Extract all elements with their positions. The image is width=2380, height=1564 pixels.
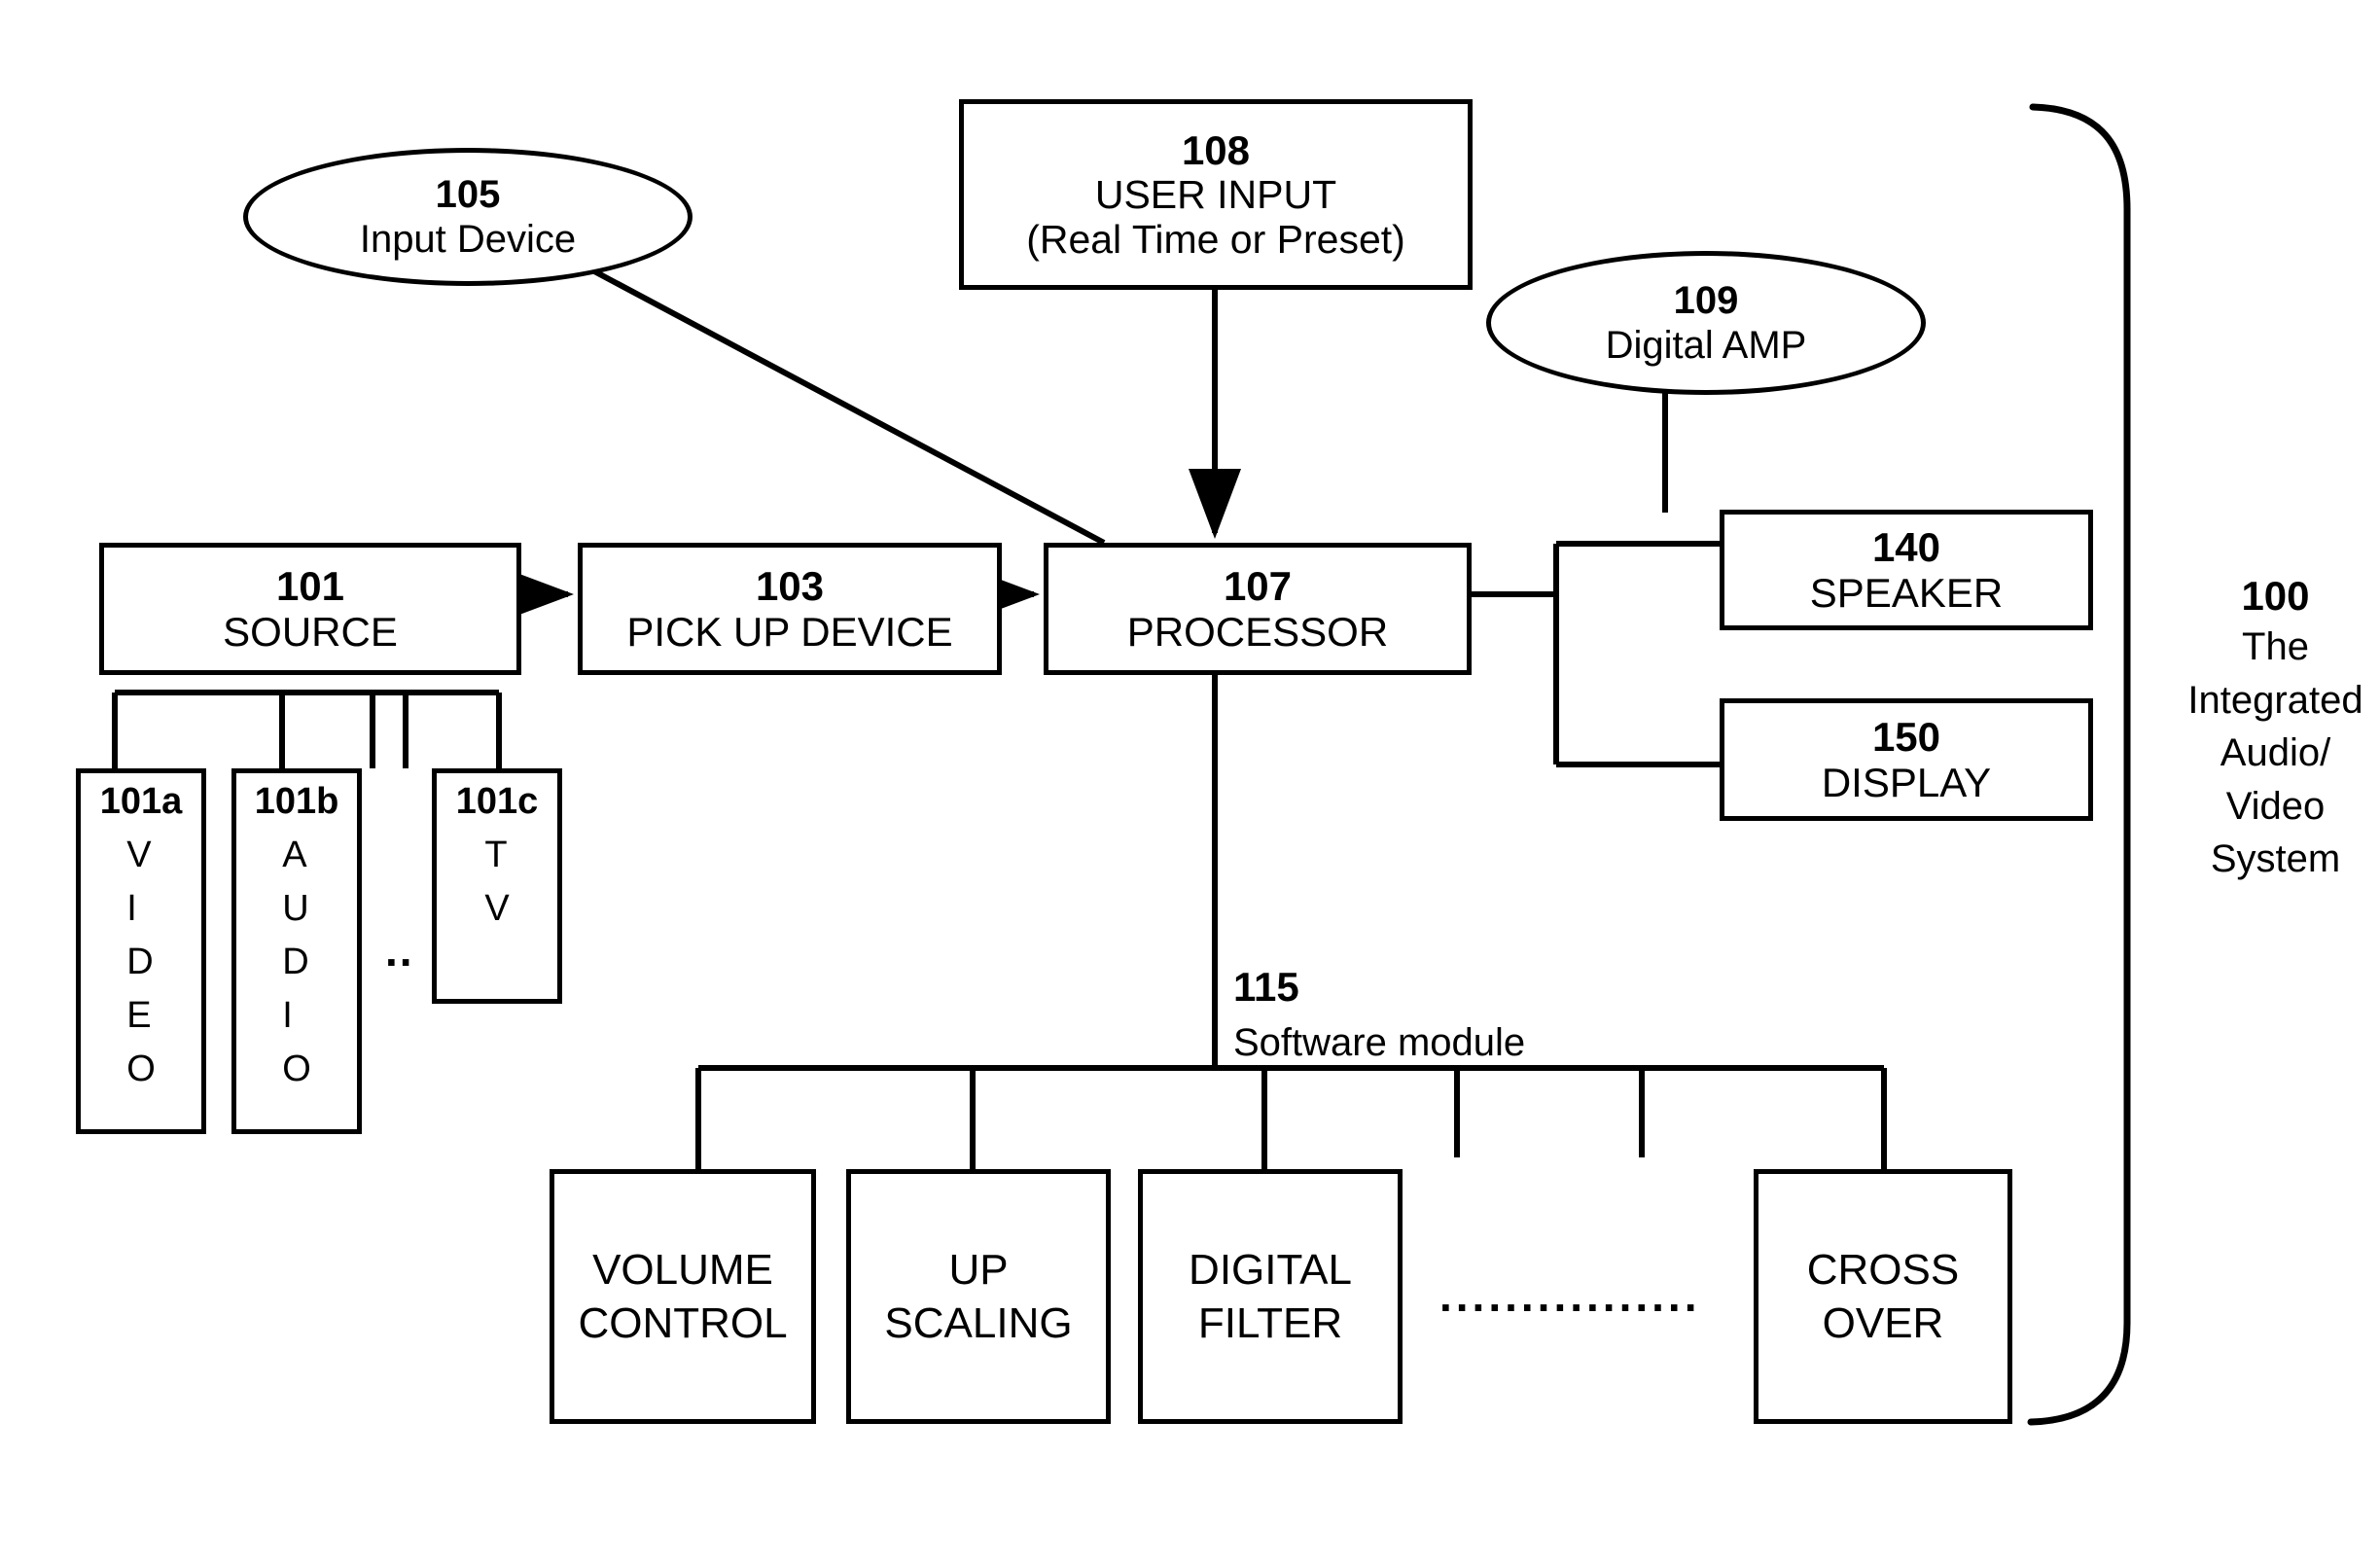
node-processor[interactable]: 107 PROCESSOR	[1044, 543, 1472, 675]
label-line-audio: Audio/	[2220, 731, 2331, 775]
node-source[interactable]: 101 SOURCE	[99, 543, 521, 675]
software-module-digital-filter[interactable]: DIGITAL FILTER	[1138, 1169, 1403, 1424]
sw-line2-scaling: SCALING	[884, 1299, 1073, 1347]
letter-v: V	[484, 888, 510, 930]
node-input-device[interactable]: 105 Input Device	[243, 148, 693, 286]
node-title-tv: T V	[484, 829, 509, 936]
label-line-video: Video	[2225, 784, 2326, 828]
sw-line2-control: CONTROL	[578, 1299, 788, 1347]
node-source-audio[interactable]: 101b A U D I O	[231, 768, 362, 1134]
node-speaker[interactable]: 140 SPEAKER	[1720, 510, 2093, 630]
letter-d: D	[126, 942, 154, 983]
node-title-video: V I D E O	[126, 829, 156, 1096]
letter-e: E	[126, 995, 152, 1037]
letter-a: A	[282, 835, 307, 875]
node-ref-101c: 101c	[455, 781, 539, 822]
node-digital-amp[interactable]: 109 Digital AMP	[1486, 251, 1926, 395]
wire-inputdevice-to-processor	[580, 262, 1106, 546]
letter-d: D	[282, 942, 309, 983]
software-module-ellipsis: ................	[1439, 1270, 1701, 1321]
node-title-source: SOURCE	[223, 609, 398, 655]
node-title-audio: A U D I O	[282, 829, 311, 1096]
sw-line2-filter: FILTER	[1197, 1299, 1343, 1347]
node-ref-140: 140	[1871, 523, 1941, 570]
node-title-pick-up-device: PICK UP DEVICE	[626, 609, 953, 655]
node-title-speaker: SPEAKER	[1809, 570, 2004, 616]
sw-line1-up: UP	[948, 1246, 1009, 1294]
software-module-volume-control[interactable]: VOLUME CONTROL	[550, 1169, 816, 1424]
label-line-integrated: Integrated	[2187, 678, 2363, 722]
node-ref-150: 150	[1871, 713, 1941, 760]
letter-t: T	[484, 835, 508, 875]
label-ref-100: 100	[2241, 573, 2310, 619]
node-ref-108: 108	[1181, 126, 1251, 173]
letter-u: U	[282, 888, 309, 930]
letter-i: I	[126, 888, 137, 930]
letter-o: O	[126, 1049, 156, 1090]
wire-processor-output-bus	[1472, 541, 1722, 767]
source-ellipsis-dots: ..	[385, 925, 414, 976]
letter-o: O	[282, 1049, 311, 1090]
node-title-digital-amp: Digital AMP	[1605, 324, 1807, 367]
node-user-input[interactable]: 108 USER INPUT (Real Time or Preset)	[959, 99, 1473, 290]
node-source-video[interactable]: 101a V I D E O	[76, 768, 206, 1134]
label-system-100: 100 The Integrated Audio/ Video System	[2171, 572, 2380, 885]
wire-software-module-bus	[695, 1065, 1887, 1171]
node-title-display: DISPLAY	[1821, 760, 1992, 805]
node-ref-101b: 101b	[254, 781, 339, 822]
software-module-up-scaling[interactable]: UP SCALING	[846, 1169, 1111, 1424]
node-ref-107: 107	[1223, 562, 1293, 609]
label-software-module: 115 Software module	[1233, 963, 1642, 1066]
node-ref-109: 109	[1673, 279, 1739, 322]
sw-line1-digital: DIGITAL	[1189, 1246, 1352, 1294]
node-source-tv[interactable]: 101c T V	[432, 768, 562, 1004]
sw-line1-volume: VOLUME	[592, 1246, 773, 1294]
wire-source-children-bus	[112, 690, 502, 770]
node-ref-101a: 101a	[99, 781, 183, 822]
label-title-software-module: Software module	[1233, 1021, 1526, 1065]
node-pick-up-device[interactable]: 103 PICK UP DEVICE	[578, 543, 1002, 675]
sw-line1-cross: CROSS	[1806, 1246, 1960, 1294]
patent-figure-canvas: 105 Input Device 108 USER INPUT (Real Ti…	[0, 0, 2380, 1564]
node-title-processor: PROCESSOR	[1126, 609, 1389, 655]
node-subtitle-user-input: (Real Time or Preset)	[1026, 216, 1405, 262]
node-ref-103: 103	[755, 562, 825, 609]
node-title-user-input: USER INPUT	[1094, 171, 1337, 217]
node-ref-105: 105	[435, 173, 501, 216]
label-line-the: The	[2242, 625, 2309, 669]
label-line-system: System	[2210, 836, 2341, 880]
node-ref-101: 101	[275, 562, 345, 609]
node-title-input-device: Input Device	[359, 218, 577, 261]
node-display[interactable]: 150 DISPLAY	[1720, 698, 2093, 821]
software-module-cross-over[interactable]: CROSS OVER	[1754, 1169, 2012, 1424]
letter-v: V	[126, 835, 152, 875]
sw-line2-over: OVER	[1822, 1299, 1944, 1347]
label-ref-115: 115	[1233, 964, 1299, 1010]
letter-i: I	[282, 995, 293, 1037]
